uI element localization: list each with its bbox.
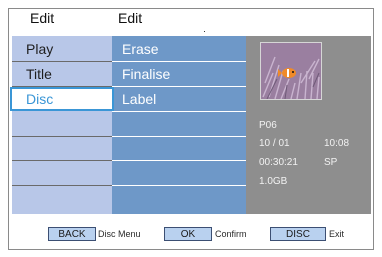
ok-button[interactable]: OK bbox=[164, 227, 212, 241]
left-column-title: Edit bbox=[30, 10, 55, 26]
menu-item-play[interactable]: Play bbox=[12, 37, 112, 61]
back-button[interactable]: BACK bbox=[48, 227, 96, 241]
menu-item-title[interactable]: Title bbox=[12, 62, 112, 86]
disc-button-description: Exit bbox=[329, 229, 345, 239]
submenu-item-erase[interactable]: Erase bbox=[112, 37, 246, 61]
row-divider bbox=[112, 136, 246, 137]
record-mode: SP bbox=[324, 157, 338, 168]
back-button-description: Disc Menu bbox=[98, 229, 141, 239]
row-divider bbox=[12, 136, 112, 137]
row-divider bbox=[112, 111, 246, 112]
right-column-title: Edit bbox=[118, 10, 143, 26]
ok-button-description: Confirm bbox=[215, 229, 247, 239]
row-divider bbox=[112, 185, 246, 186]
duration: 00:30:21 bbox=[259, 157, 298, 168]
submenu-item-label[interactable]: Label bbox=[112, 87, 246, 111]
menu-item-disc[interactable]: Disc bbox=[10, 87, 114, 111]
submenu-item-finalise[interactable]: Finalise bbox=[112, 62, 246, 86]
disc-button[interactable]: DISC bbox=[270, 227, 326, 241]
row-divider bbox=[12, 185, 112, 186]
row-divider bbox=[12, 160, 112, 161]
disc-size: 1.0GB bbox=[259, 176, 288, 187]
row-divider bbox=[112, 160, 246, 161]
title-number: P06 bbox=[259, 120, 277, 131]
record-date: 10 / 01 bbox=[259, 138, 290, 149]
stray-dot bbox=[204, 31, 205, 32]
record-time: 10:08 bbox=[324, 138, 350, 149]
coral-fish-image-icon bbox=[261, 43, 321, 99]
title-thumbnail bbox=[260, 42, 322, 100]
